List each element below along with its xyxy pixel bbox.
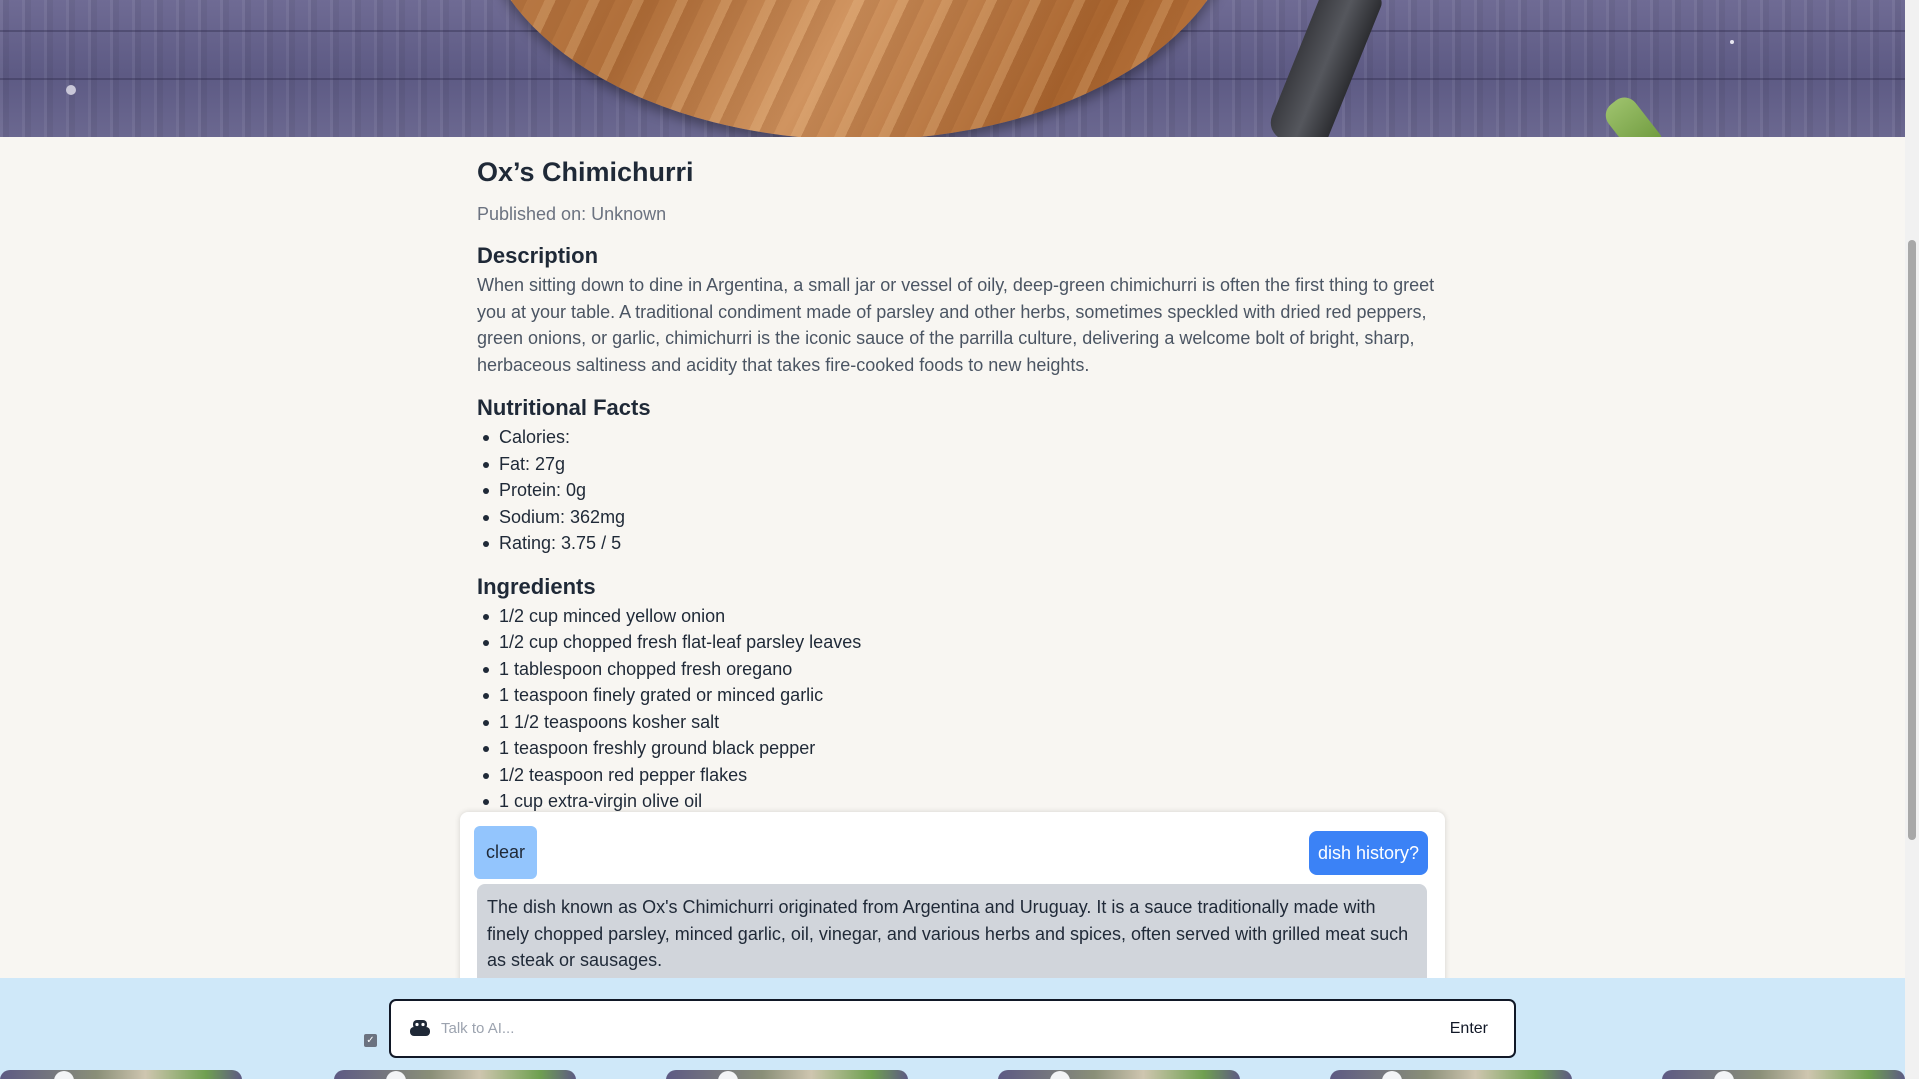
nutrition-item: Fat: 27g	[477, 451, 1437, 478]
chat-input[interactable]	[441, 1013, 1361, 1043]
published-date: Published on: Unknown	[477, 204, 667, 224]
ingredient-item: 1/2 teaspoon red pepper flakes	[477, 762, 1437, 789]
recipe-thumbnail[interactable]	[998, 1070, 1240, 1079]
thumbnail-knob	[54, 1071, 74, 1079]
thumbnail-knob	[386, 1071, 406, 1079]
ingredient-item: 1 teaspoon freshly ground black pepper	[477, 735, 1437, 762]
scrollbar-thumb[interactable]	[1908, 240, 1916, 840]
nutrition-item: Protein: 0g	[477, 477, 1437, 504]
related-recipes-strip	[0, 1070, 1905, 1079]
decor-dot	[66, 85, 76, 95]
ingredient-item: 1 1/2 teaspoons kosher salt	[477, 709, 1437, 736]
recipe-thumbnail[interactable]	[1662, 1070, 1905, 1079]
recipe-thumbnail[interactable]	[334, 1070, 576, 1079]
enter-button[interactable]: Enter	[1450, 1015, 1488, 1043]
ingredient-item: 1/2 cup chopped fresh flat-leaf parsley …	[477, 629, 1437, 656]
description-text: When sitting down to dine in Argentina, …	[477, 275, 1435, 375]
thumbnail-knob	[1382, 1071, 1402, 1079]
chat-toggle-checkbox[interactable]: ✓	[364, 1034, 377, 1047]
nutrition-item: Calories:	[477, 424, 1437, 451]
recipe-thumbnail[interactable]	[0, 1070, 242, 1079]
ai-message-bubble: The dish known as Ox's Chimichurri origi…	[477, 884, 1427, 992]
ingredients-heading: Ingredients	[477, 573, 596, 599]
ingredient-item: 1 cup extra-virgin olive oil	[477, 788, 1437, 815]
robot-icon	[410, 1020, 430, 1036]
nutrition-item: Sodium: 362mg	[477, 504, 1437, 531]
thumbnail-knob	[718, 1071, 738, 1079]
description-heading: Description	[477, 243, 599, 268]
decor-dot	[1730, 40, 1734, 44]
hero-image	[0, 0, 1905, 137]
asparagus-image	[1600, 91, 1664, 137]
chat-panel: clear dish history? The dish known as Ox…	[460, 812, 1445, 1000]
user-message-bubble: dish history?	[1308, 831, 1428, 875]
recipe-thumbnail[interactable]	[666, 1070, 908, 1079]
nutrition-item: Rating: 3.75 / 5	[477, 530, 1437, 557]
knife-image	[1265, 0, 1385, 137]
thumbnail-knob	[1714, 1071, 1734, 1079]
recipe-content: Ox’s Chimichurri Published on: Unknown D…	[477, 152, 1437, 815]
page-scrollbar[interactable]	[1905, 0, 1919, 1079]
nutrition-list: Calories: Fat: 27g Protein: 0g Sodium: 3…	[477, 424, 1437, 557]
cutting-board-image	[478, 0, 1240, 137]
recipe-thumbnail[interactable]	[1330, 1070, 1572, 1079]
thumbnail-knob	[1050, 1071, 1070, 1079]
recipe-title: Ox’s Chimichurri	[477, 157, 694, 187]
nutrition-heading: Nutritional Facts	[477, 395, 651, 420]
ingredient-item: 1 tablespoon chopped fresh oregano	[477, 656, 1437, 683]
clear-chat-button[interactable]: clear	[474, 826, 537, 879]
chat-input-container: Enter	[389, 999, 1516, 1058]
ingredient-item: 1/2 cup minced yellow onion	[477, 603, 1437, 630]
ingredient-item: 1 teaspoon finely grated or minced garli…	[477, 682, 1437, 709]
ingredients-list: 1/2 cup minced yellow onion 1/2 cup chop…	[477, 603, 1437, 815]
